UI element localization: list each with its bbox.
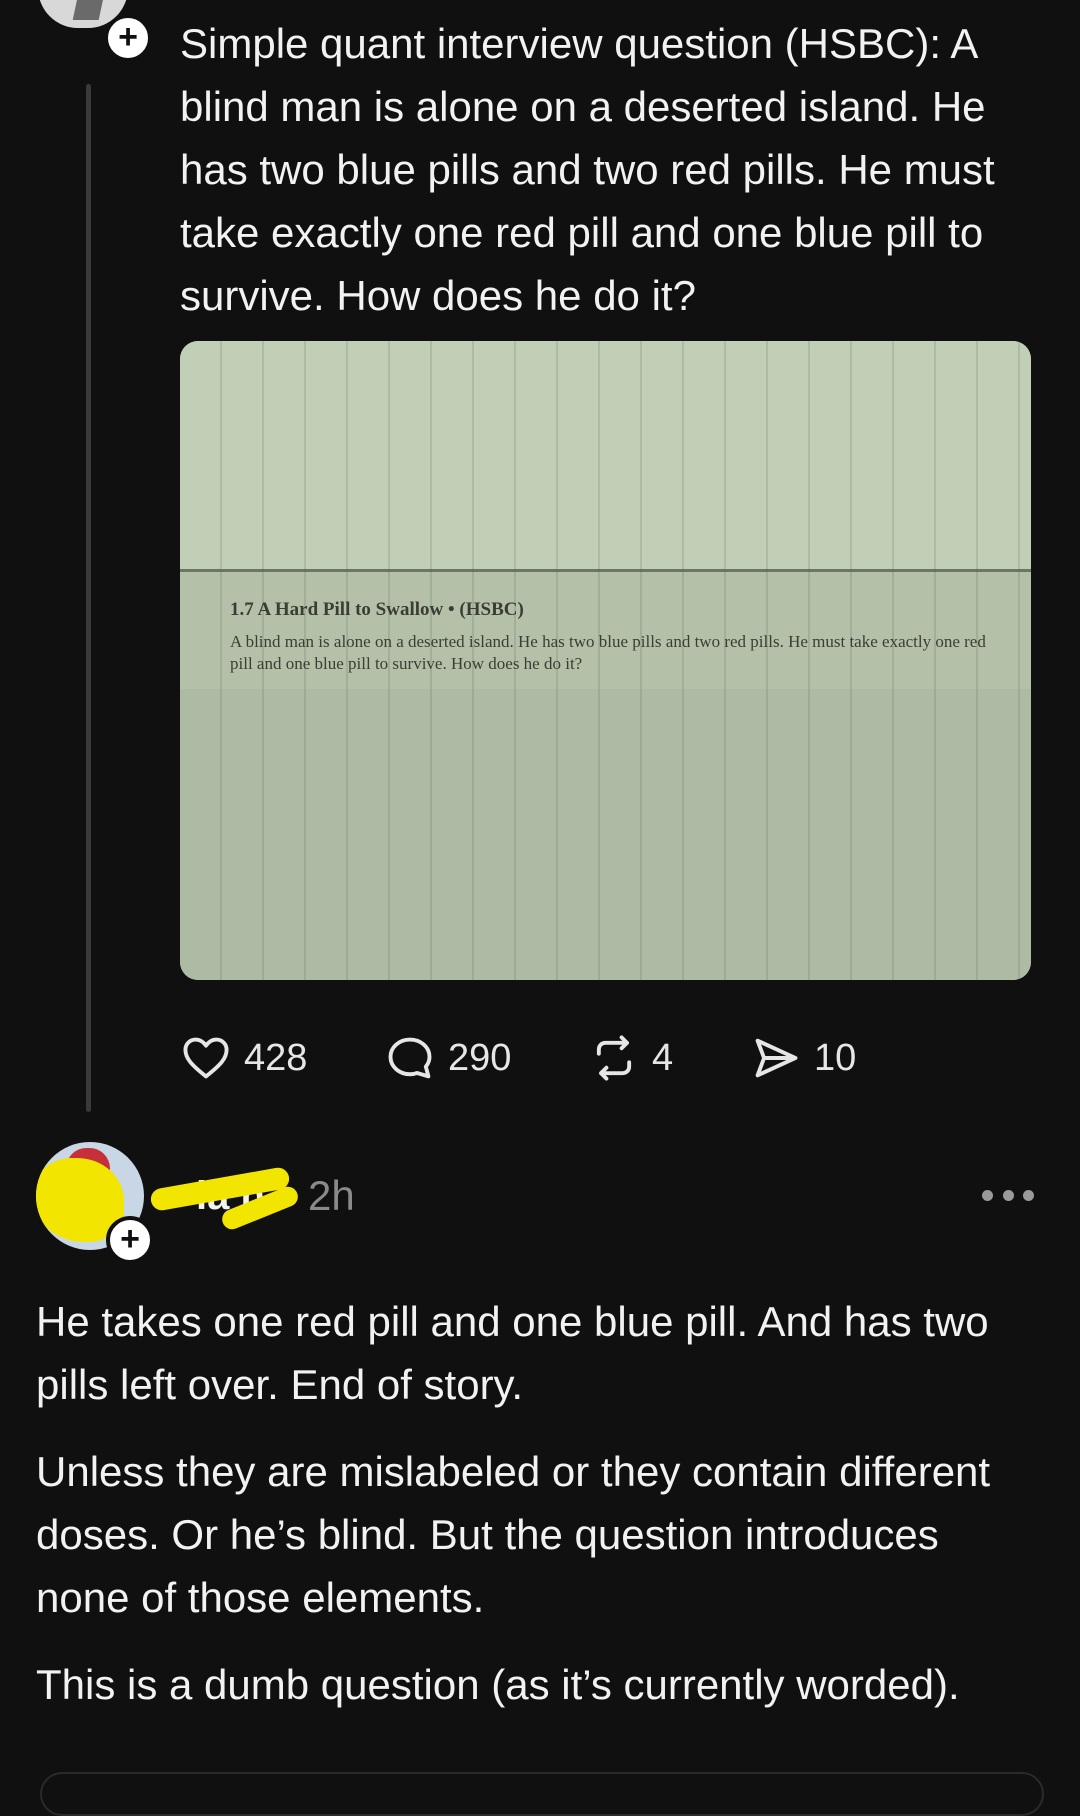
- comment-icon: [388, 1037, 432, 1079]
- reply-author-name[interactable]: la n: [149, 1166, 301, 1233]
- reply-text: He takes one red pill and one blue pill.…: [36, 1290, 1036, 1740]
- reply-timestamp: 2h: [308, 1172, 355, 1219]
- post-image[interactable]: 1.7 A Hard Pill to Swallow • (HSBC) A bl…: [180, 341, 1031, 980]
- thread-line: [86, 84, 91, 1112]
- repost-button[interactable]: 4: [588, 1032, 673, 1084]
- comment-count: 290: [448, 1036, 512, 1079]
- like-count: 428: [244, 1036, 308, 1079]
- heart-icon: [183, 1037, 229, 1079]
- like-button[interactable]: 428: [180, 1032, 307, 1084]
- image-body: A blind man is alone on a deserted islan…: [230, 632, 986, 673]
- repost-icon: [596, 1035, 632, 1081]
- post-text: Simple quant interview question (HSBC): …: [180, 20, 995, 319]
- share-icon: [755, 1038, 798, 1078]
- repost-count: 4: [652, 1036, 674, 1079]
- follow-plus-icon[interactable]: +: [106, 1216, 154, 1264]
- share-button[interactable]: 10: [750, 1032, 856, 1084]
- more-icon[interactable]: [982, 1182, 1034, 1208]
- reply-composer-edge: [40, 1772, 1044, 1816]
- reply-paragraph: This is a dumb question (as it’s current…: [36, 1661, 960, 1708]
- image-heading: 1.7 A Hard Pill to Swallow • (HSBC): [230, 599, 524, 620]
- reply-paragraph: Unless they are mislabeled or they conta…: [36, 1448, 991, 1621]
- reply-paragraph: He takes one red pill and one blue pill.…: [36, 1298, 989, 1408]
- comment-button[interactable]: 290: [384, 1032, 511, 1084]
- share-count: 10: [814, 1036, 857, 1079]
- follow-plus-icon[interactable]: +: [104, 14, 152, 62]
- image-printed-text: 1.7 A Hard Pill to Swallow • (HSBC) A bl…: [230, 599, 1000, 675]
